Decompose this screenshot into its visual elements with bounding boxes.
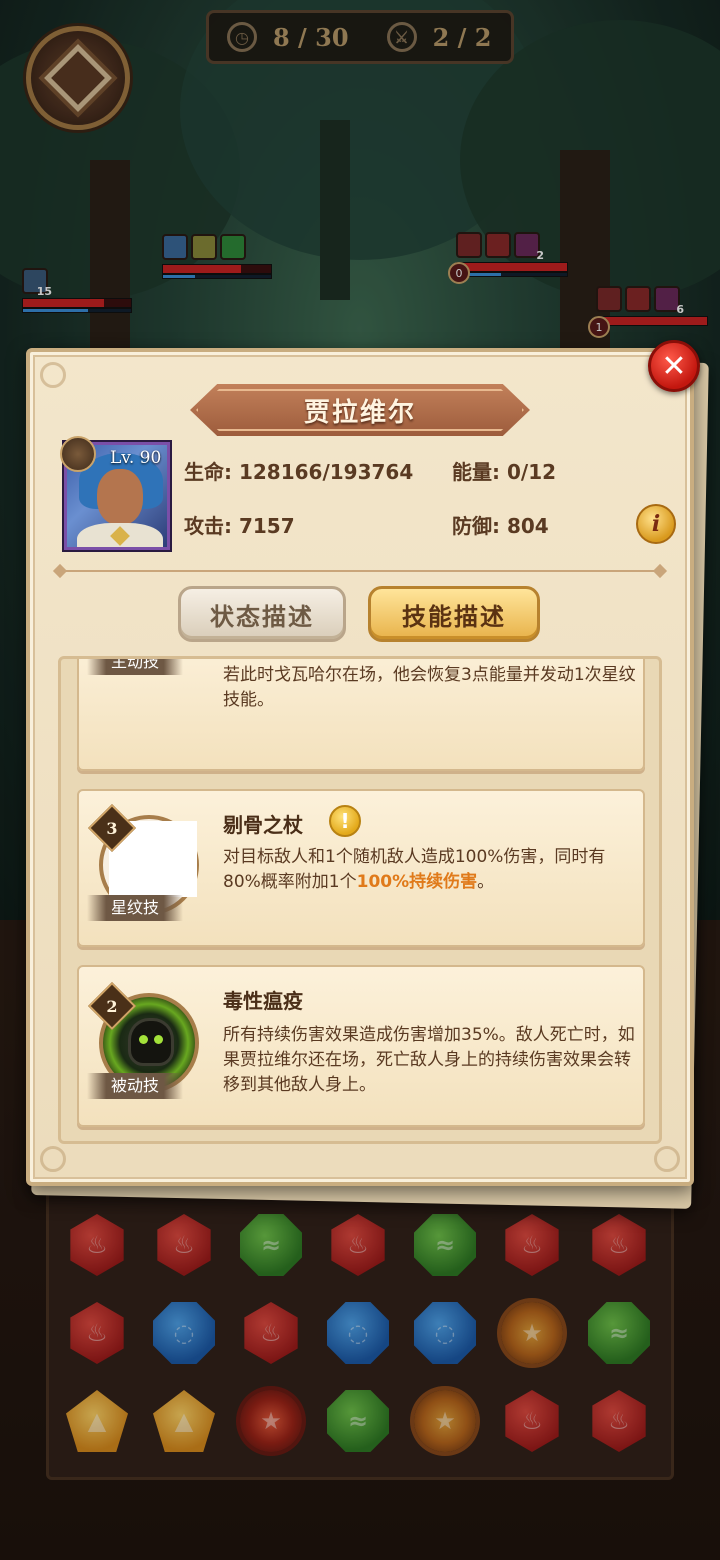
corner-ornament [40,362,66,388]
corner-ornament [654,1146,680,1172]
section-divider [62,570,658,572]
skill-type-tag: 被动技 [87,1073,183,1099]
skill-cost: 3 [106,818,118,838]
skill-name: 剔骨之杖 [223,813,303,837]
skill-card-star: 3 星纹技 剔骨之杖 ! 对目标敌人和1个随机敌人造成100%伤害，同时有80%… [77,789,645,947]
skill-card-passive: 2 被动技 毒性瘟疫 所有持续伤害效果造成伤害增加35%。敌人死亡时，如果贾拉维… [77,965,645,1127]
warning-icon[interactable]: ! [329,805,361,837]
tab-status-description[interactable]: 状态描述 [178,586,346,642]
hero-name-banner: 贾拉维尔 [190,384,530,436]
skill-cost: 2 [106,996,118,1016]
corner-ornament [40,1146,66,1172]
skill-list[interactable]: 主动技 加2个100%持续伤害。 若此时戈瓦哈尔在场，他会恢复3点能量并发动1次… [58,656,662,1144]
attack-stat: 攻击: 7157 [184,514,295,538]
close-icon: ✕ [661,348,687,384]
info-button[interactable]: i [636,504,676,544]
skill-card-active: 主动技 加2个100%持续伤害。 若此时戈瓦哈尔在场，他会恢复3点能量并发动1次… [77,659,645,771]
skill-type-tag: 星纹技 [87,895,183,921]
hp-stat: 生命: 128166/193764 [184,460,414,484]
skill-name: 毒性瘟疫 [223,989,303,1013]
defense-stat: 防御: 804 [452,514,549,538]
skill-description: 对目标敌人和1个随机敌人造成100%伤害，同时有80%概率附加1个100%持续伤… [223,847,606,892]
skill-type-tag: 主动技 [87,659,183,675]
tab-skill-description[interactable]: 技能描述 [368,586,540,642]
rank-emblem-icon [60,436,96,472]
energy-stat: 能量: 0/12 [452,460,557,484]
hero-level: Lv. 90 [110,448,162,468]
close-button[interactable]: ✕ [648,340,700,392]
hero-name: 贾拉维尔 [303,397,416,428]
skill-description: 若此时戈瓦哈尔在场，他会恢复3点能量并发动1次星纹技能。 [223,665,636,710]
info-icon: i [651,511,661,537]
skill-description: 所有持续伤害效果造成伤害增加35%。敌人死亡时，如果贾拉维尔还在场，死亡敌人身上… [223,1025,635,1095]
